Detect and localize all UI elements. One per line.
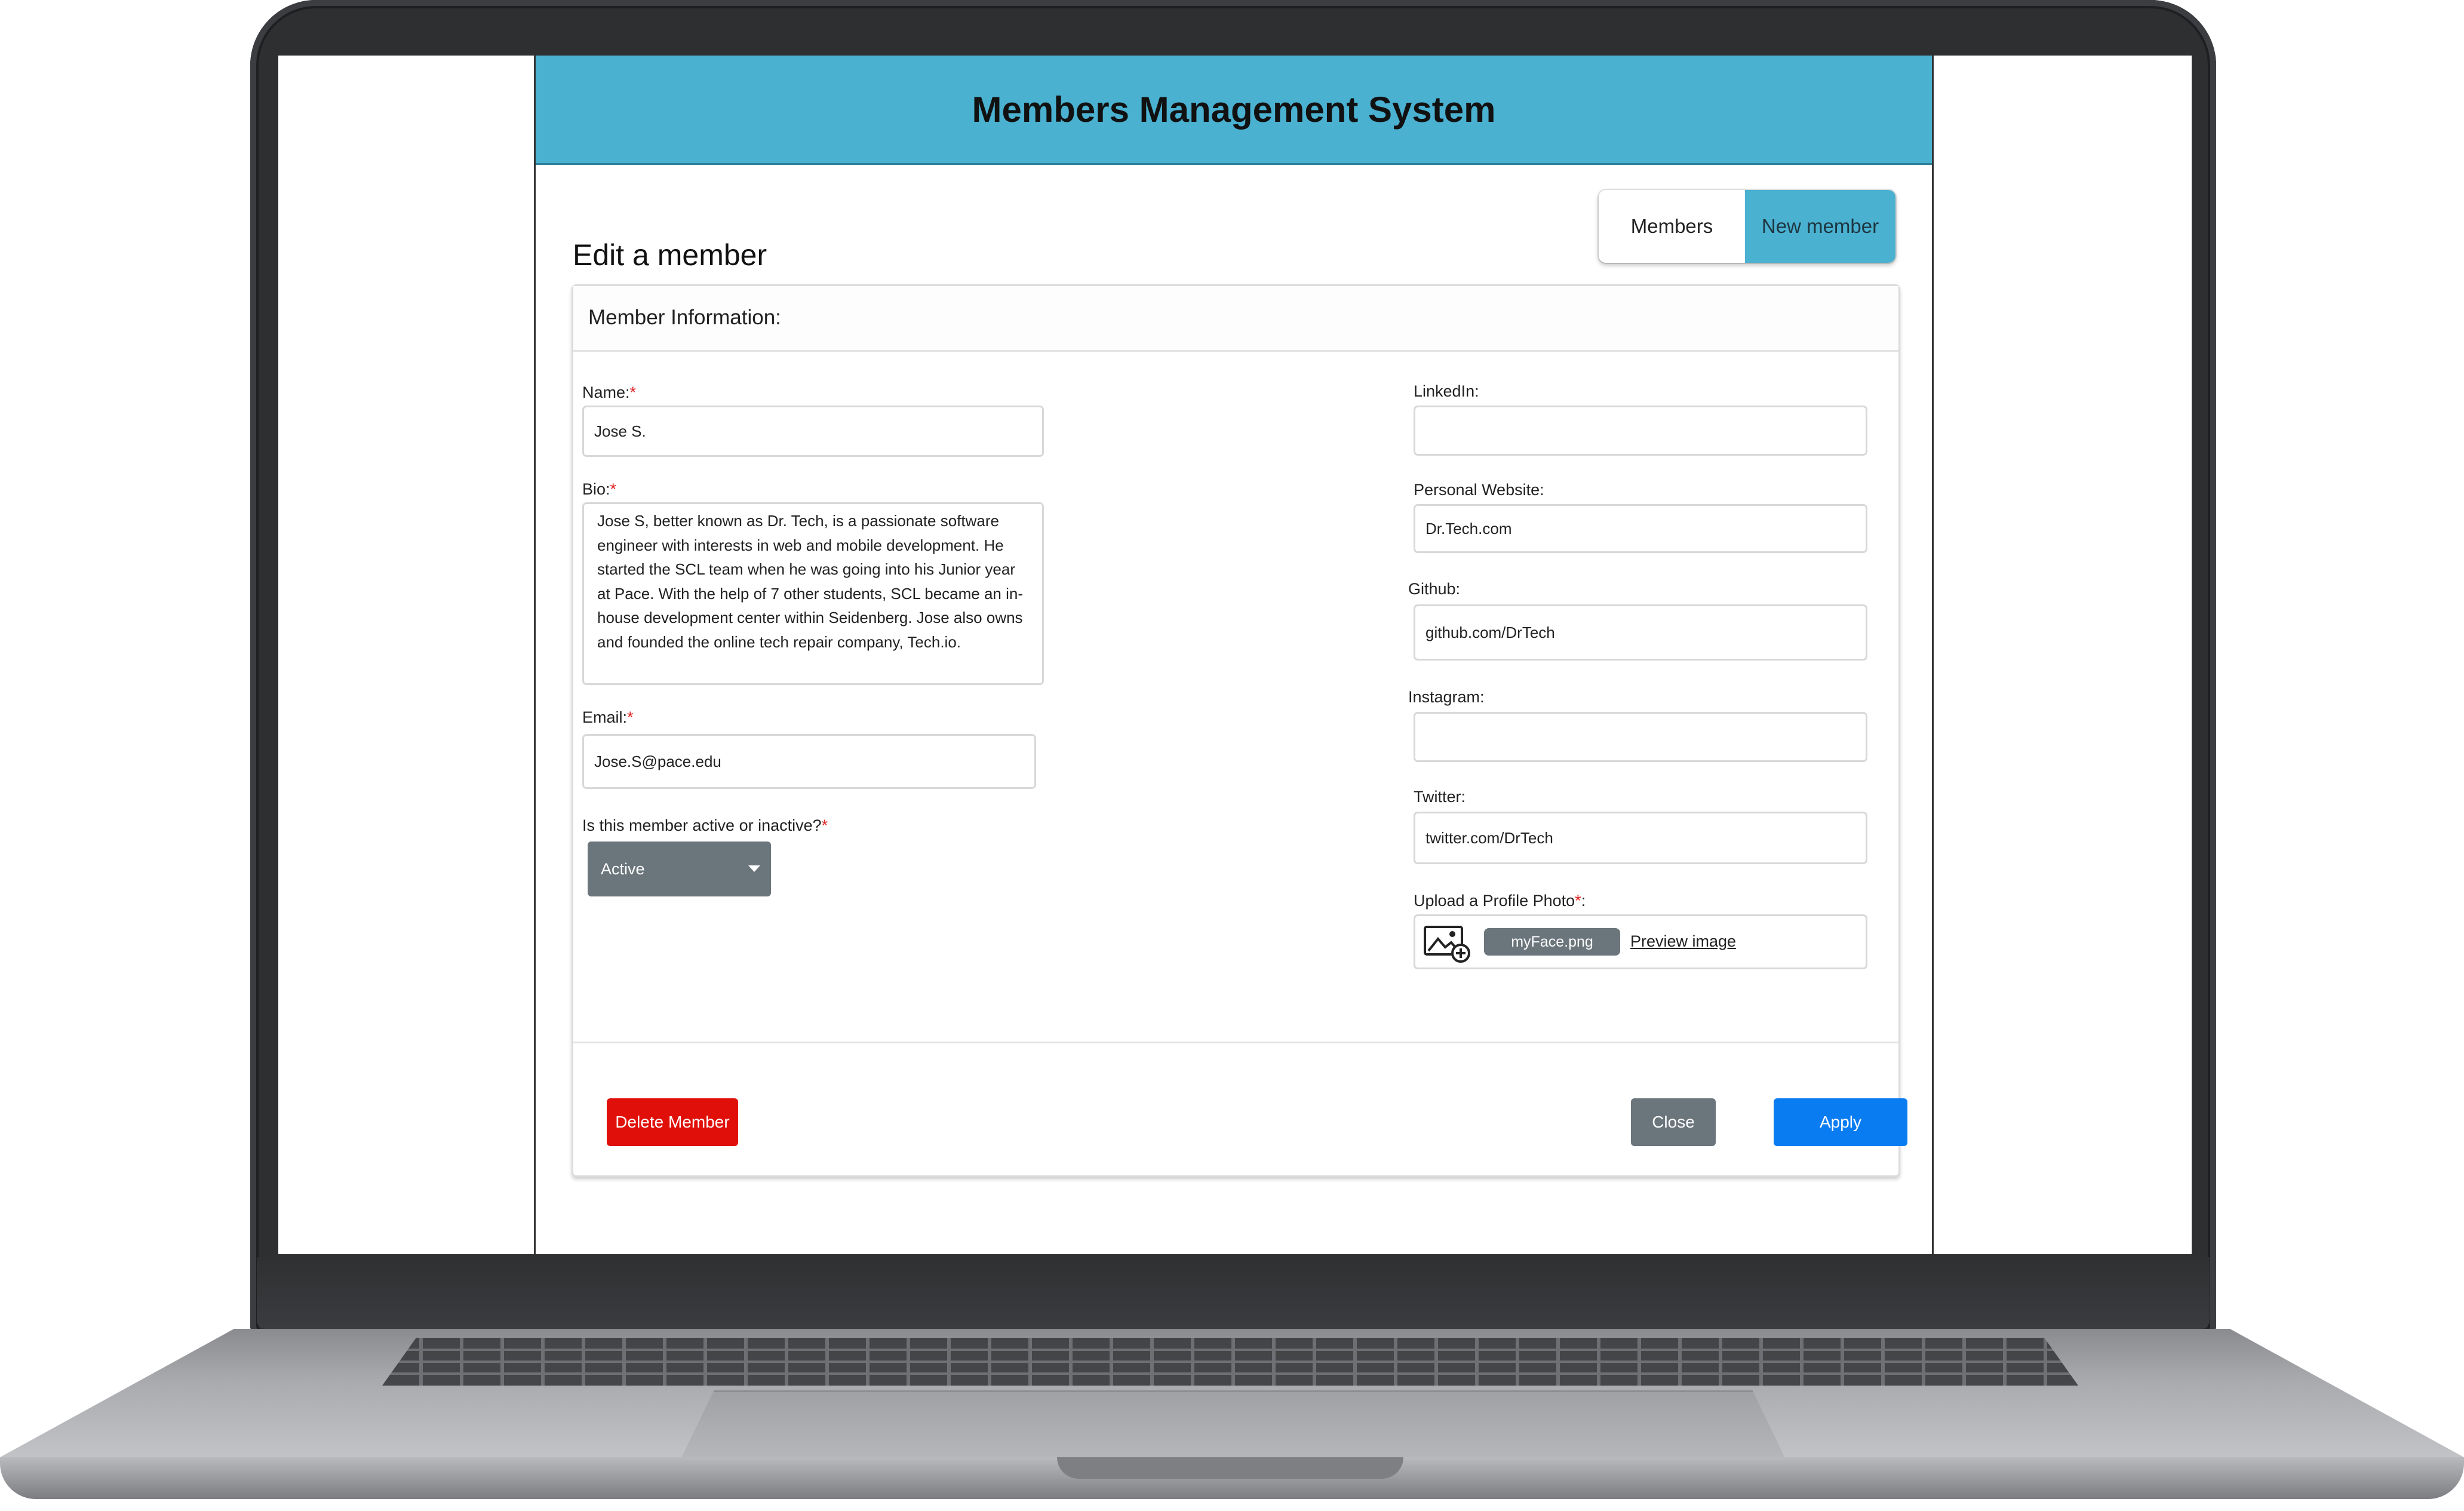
member-info-card: Member Information: Name:* Jose S. Bio:*… <box>572 284 1907 1177</box>
page-title: Edit a member <box>573 238 767 272</box>
laptop-hinge <box>257 1257 2210 1329</box>
bio-textarea[interactable]: Jose S, better known as Dr. Tech, is a p… <box>582 502 1044 685</box>
close-button[interactable]: Close <box>1631 1098 1716 1146</box>
website-input[interactable]: Dr.Tech.com <box>1414 504 1867 553</box>
file-name-chip[interactable]: myFace.png <box>1484 928 1620 956</box>
nav-new-member-button[interactable]: New member <box>1745 190 1895 263</box>
email-label: Email:* <box>582 708 634 726</box>
card-header: Member Information: <box>573 286 1898 352</box>
twitter-label: Twitter: <box>1414 788 1466 806</box>
status-select[interactable]: Active <box>588 842 771 896</box>
preview-image-link[interactable]: Preview image <box>1630 932 1736 951</box>
laptop-notch <box>1057 1457 1403 1479</box>
instagram-label: Instagram: <box>1408 688 1485 706</box>
image-upload-icon[interactable] <box>1423 922 1471 963</box>
name-label: Name:* <box>582 383 637 401</box>
status-value: Active <box>601 859 645 878</box>
github-input[interactable]: github.com/DrTech <box>1414 604 1867 661</box>
nav-tabs: Members New member <box>1599 190 1895 263</box>
laptop-keyboard <box>382 1338 2078 1386</box>
app-title: Members Management System <box>972 89 1496 130</box>
linkedin-label: LinkedIn: <box>1414 382 1479 400</box>
photo-label: Upload a Profile Photo*: <box>1414 892 1586 910</box>
apply-button[interactable]: Apply <box>1774 1098 1907 1146</box>
github-label: Github: <box>1408 580 1461 598</box>
laptop-screen: Members Management System Members New me… <box>278 56 2192 1254</box>
website-label: Personal Website: <box>1414 481 1544 499</box>
app-window: Members Management System Members New me… <box>534 56 1934 1254</box>
email-input[interactable]: Jose.S@pace.edu <box>582 734 1036 789</box>
twitter-input[interactable]: twitter.com/DrTech <box>1414 812 1867 864</box>
photo-upload[interactable]: myFace.png Preview image <box>1414 914 1867 969</box>
nav-members-button[interactable]: Members <box>1599 190 1745 263</box>
card-title: Member Information: <box>588 306 781 329</box>
chevron-down-icon <box>748 865 760 872</box>
linkedin-input[interactable] <box>1414 406 1867 456</box>
bio-label: Bio:* <box>582 480 617 498</box>
delete-member-button[interactable]: Delete Member <box>607 1098 738 1146</box>
instagram-input[interactable] <box>1414 712 1867 762</box>
name-input[interactable]: Jose S. <box>582 406 1044 457</box>
status-label: Is this member active or inactive?* <box>582 816 828 834</box>
app-header: Members Management System <box>536 56 1932 165</box>
laptop-trackpad <box>681 1390 1786 1459</box>
card-footer-divider <box>573 1042 1898 1043</box>
